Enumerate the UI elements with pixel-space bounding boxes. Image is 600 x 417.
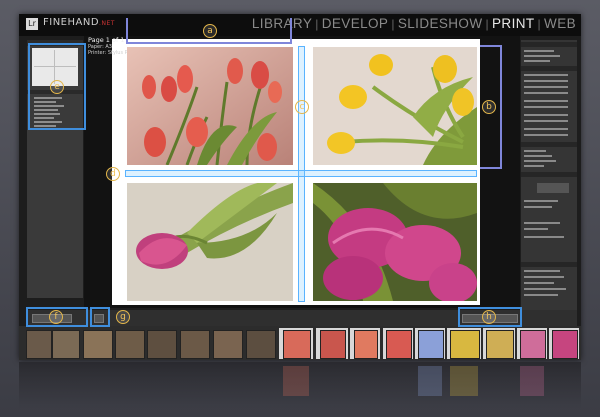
module-print[interactable]: PRINT — [492, 16, 535, 31]
filmstrip-thumbnail[interactable] — [147, 330, 177, 359]
app-logo-text: FINEHAND.NET — [43, 17, 115, 28]
guides-option[interactable] — [524, 150, 546, 152]
grid-slider[interactable] — [524, 100, 568, 102]
setting-row[interactable] — [524, 50, 554, 52]
cell-size-slider[interactable] — [524, 128, 568, 130]
identity-plate-preview[interactable] — [537, 183, 569, 193]
filmstrip-thumbnail[interactable] — [486, 330, 514, 359]
tulip-photo-icon — [313, 47, 477, 165]
print-job-header[interactable] — [521, 262, 577, 267]
overlay-option[interactable] — [524, 200, 558, 202]
margin-slider[interactable] — [524, 86, 568, 88]
overlay-option[interactable] — [524, 236, 564, 238]
filmstrip-thumbnail[interactable] — [213, 330, 243, 359]
margin-slider[interactable] — [524, 92, 568, 94]
callout-c-badge: c — [295, 100, 309, 114]
margin-slider[interactable] — [524, 80, 568, 82]
guides-option[interactable] — [524, 155, 552, 157]
print-job-option[interactable] — [524, 294, 558, 296]
callout-g-badge: g — [116, 310, 130, 324]
filmstrip-thumbnail[interactable] — [386, 330, 412, 359]
callout-h-badge: h — [482, 310, 496, 324]
filmstrip-thumbnail[interactable] — [180, 330, 210, 359]
filmstrip-thumbnail[interactable] — [552, 330, 578, 359]
photo-cell-3[interactable] — [127, 183, 293, 301]
callout-b-badge: b — [482, 100, 496, 114]
reflection-thumbnail — [450, 366, 478, 396]
filmstrip-thumbnail[interactable] — [83, 330, 113, 359]
module-picker: LIBRARY | DEVELOP | SLIDESHOW | PRINT | WEB — [251, 16, 576, 31]
app-logo-icon: Lr — [26, 18, 38, 30]
tulip-photo-icon — [127, 47, 293, 165]
guides-header[interactable] — [521, 142, 577, 147]
module-web[interactable]: WEB — [544, 16, 576, 31]
callout-f-badge: f — [49, 310, 63, 324]
guides-option[interactable] — [524, 165, 544, 167]
print-job-option[interactable] — [524, 282, 554, 284]
margin-slider[interactable] — [524, 74, 568, 76]
print-job-option[interactable] — [524, 288, 566, 290]
setting-row[interactable] — [524, 55, 560, 57]
guides-option[interactable] — [524, 160, 556, 162]
tulip-photo-icon — [313, 183, 477, 301]
reflection-thumbnail — [418, 366, 442, 396]
filmstrip-thumbnail[interactable] — [115, 330, 145, 359]
filmstrip-thumbnail[interactable] — [354, 330, 378, 359]
filmstrip-thumbnail[interactable] — [520, 330, 546, 359]
setting-row[interactable] — [524, 60, 550, 62]
spacing-slider[interactable] — [524, 120, 568, 122]
filmstrip-thumbnail[interactable] — [320, 330, 346, 359]
filmstrip-thumbnail[interactable] — [418, 330, 444, 359]
photo-cell-2[interactable] — [313, 47, 477, 165]
image-settings-header[interactable] — [521, 42, 577, 47]
filmstrip-thumbnail[interactable] — [283, 330, 311, 359]
callout-a-badge: a — [203, 24, 217, 38]
filmstrip-thumbnail[interactable] — [246, 330, 276, 359]
overlay-option[interactable] — [524, 222, 560, 224]
overlays-header[interactable] — [521, 172, 577, 177]
reflection-thumbnail — [520, 366, 544, 396]
layout-header[interactable] — [521, 66, 577, 71]
grid-slider[interactable] — [524, 106, 568, 108]
photo-cell-1[interactable] — [127, 47, 293, 165]
callout-d-badge: d — [106, 167, 120, 181]
callout-e-badge: e — [50, 80, 64, 94]
photo-cell-4[interactable] — [313, 183, 477, 301]
print-job-option[interactable] — [524, 276, 564, 278]
module-slideshow[interactable]: SLIDESHOW — [398, 16, 483, 31]
filmstrip-thumbnail[interactable] — [26, 330, 52, 359]
print-job-option[interactable] — [524, 270, 560, 272]
cell-size-slider[interactable] — [524, 134, 568, 136]
filmstrip-thumbnail[interactable] — [450, 330, 480, 359]
overlay-option[interactable] — [524, 228, 548, 230]
reflection-thumbnail — [283, 366, 309, 396]
spacing-slider[interactable] — [524, 114, 568, 116]
overlay-option[interactable] — [524, 206, 552, 208]
module-develop[interactable]: DEVELOP — [322, 16, 389, 31]
callout-g-frame — [90, 307, 110, 327]
tulip-photo-icon — [127, 183, 293, 301]
callout-d-horizontal-guide — [125, 170, 477, 177]
filmstrip-thumbnail[interactable] — [52, 330, 80, 359]
